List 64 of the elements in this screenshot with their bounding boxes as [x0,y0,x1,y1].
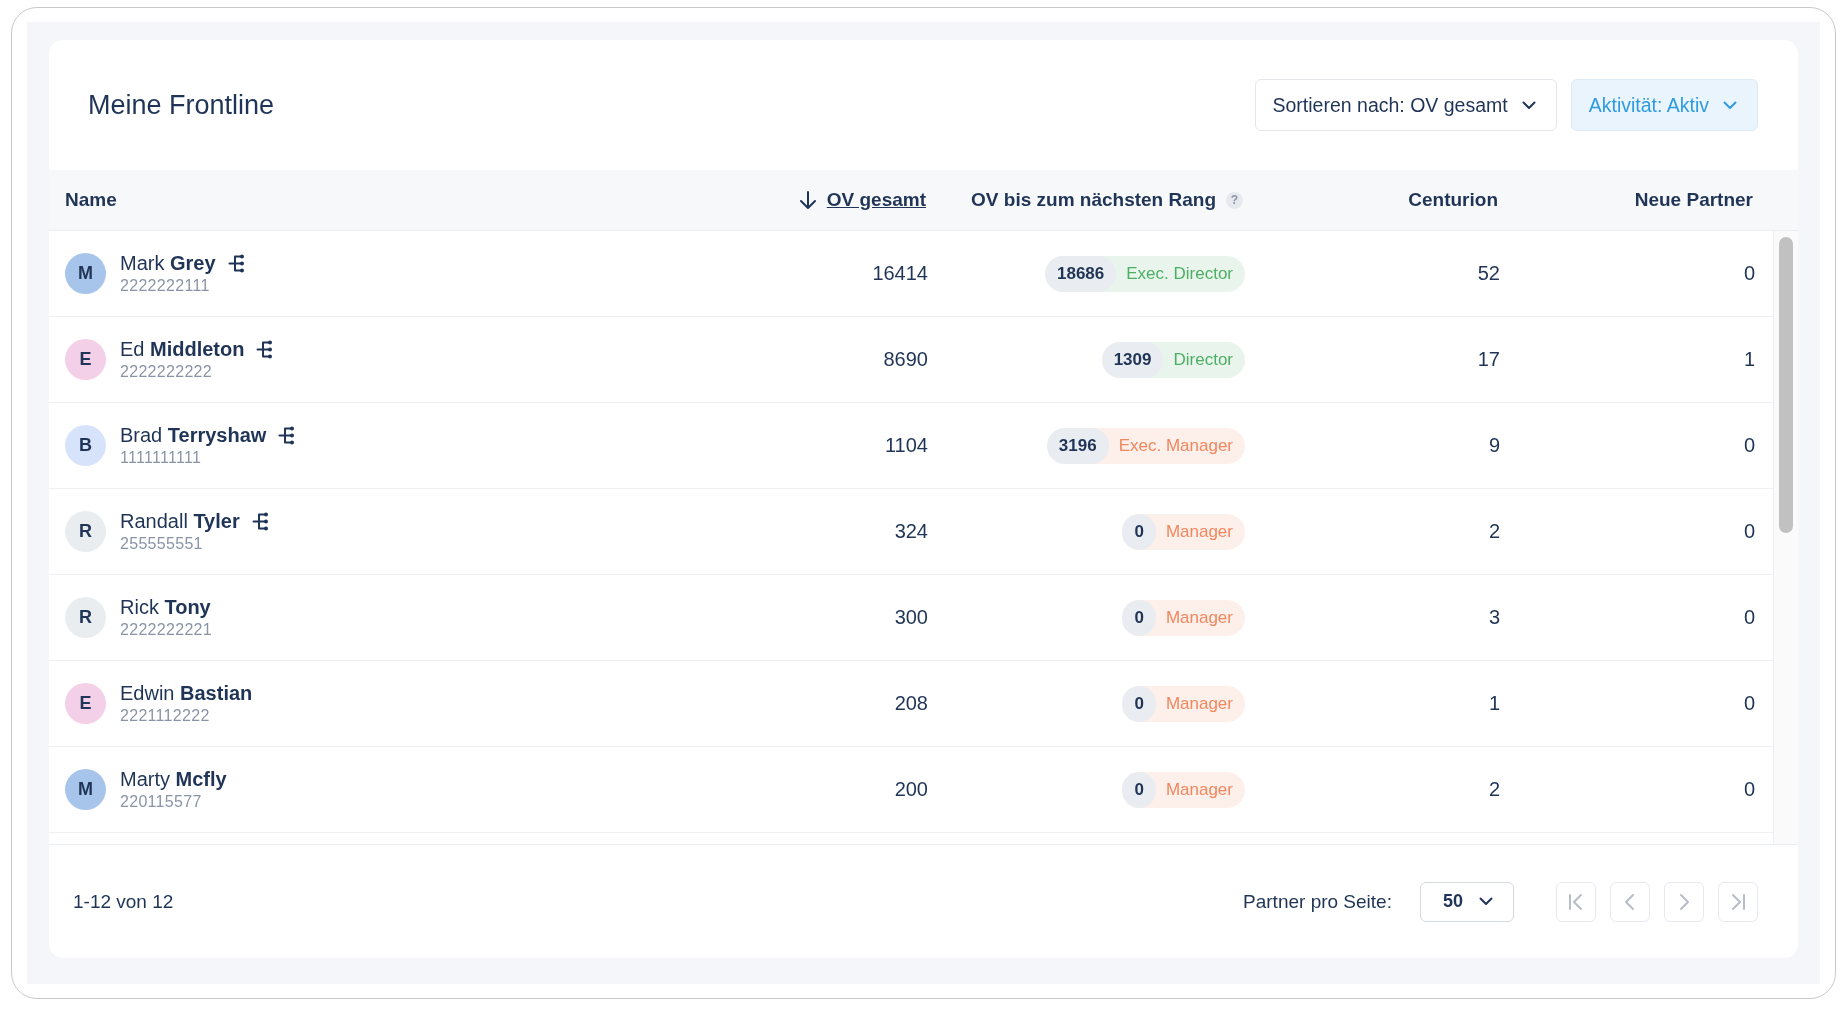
partner-id: 2222222221 [120,621,212,639]
new-partners-count: 0 [1743,778,1755,801]
ov-remaining-pill: 0 [1122,771,1156,808]
centurion-count: 2 [1488,520,1500,543]
partner-id: 2222222222 [120,363,213,381]
hierarchy-icon[interactable] [256,340,274,359]
pagination-range: 1-12 von 12 [73,890,174,913]
new-partners-count: 0 [1743,434,1755,457]
centurion-count: 17 [1477,348,1500,371]
ov-total: 324 [894,520,928,543]
partner-name[interactable]: Rick Tony [120,596,211,619]
chevron-down-icon [1723,100,1737,110]
ov-total: 208 [894,692,928,715]
centurion-count: 3 [1488,606,1500,629]
centurion-count: 52 [1477,262,1500,285]
hierarchy-icon[interactable] [251,512,269,531]
partner-name[interactable]: Ed Middleton [120,338,245,361]
column-header[interactable]: Centurion [1408,189,1498,211]
partner-name[interactable]: Mark Grey [120,252,216,275]
new-partners-count: 0 [1743,262,1755,285]
ov-total: 1104 [885,434,928,457]
avatar: M [65,769,106,810]
sort-arrow-down-icon [798,190,817,210]
avatar: E [65,339,106,380]
new-partners-count: 0 [1743,692,1755,715]
new-partners-count: 1 [1743,348,1755,371]
ov-remaining-pill: 0 [1122,599,1156,636]
partner-name[interactable]: Marty Mcfly [120,768,227,791]
ov-total: 300 [894,606,928,629]
avatar: R [65,511,106,552]
avatar: M [65,253,106,294]
partner-id: 1111111111 [120,449,203,467]
centurion-count: 9 [1488,434,1500,457]
page-title: Meine Frontline [88,89,275,121]
ov-total: 8690 [883,348,928,371]
sort-dropdown[interactable]: Sortieren nach: OV gesamt [1254,79,1557,131]
avatar: B [65,425,106,466]
partner-id: 255555551 [120,535,204,553]
partner-name[interactable]: Edwin Bastian [120,682,253,705]
hierarchy-icon[interactable] [227,254,245,273]
partner-name[interactable]: Randall Tyler [120,510,240,533]
column-header[interactable]: OV gesamt [826,189,926,211]
per-page-label: Partner pro Seite: [1243,890,1392,913]
column-header[interactable]: OV bis zum nächsten Rang [971,189,1216,211]
ov-remaining-pill: 0 [1122,685,1156,722]
ov-total: 16414 [872,262,928,285]
ov-total: 200 [894,778,928,801]
avatar: R [65,597,106,638]
chevron-down-icon [1479,897,1493,906]
new-partners-count: 0 [1743,606,1755,629]
centurion-count: 2 [1488,778,1500,801]
partner-id: 2222222111 [120,277,211,295]
avatar: E [65,683,106,724]
chevron-down-icon [1521,100,1536,110]
partner-id: 220115577 [120,793,203,811]
centurion-count: 1 [1488,692,1500,715]
per-page-dropdown[interactable]: 50 [1419,881,1514,922]
column-header[interactable]: Name [65,189,117,211]
ov-remaining-pill: 0 [1122,513,1156,550]
partner-name[interactable]: Brad Terryshaw [120,424,267,447]
partner-id: 2221112222 [120,707,211,725]
new-partners-count: 0 [1743,520,1755,543]
hierarchy-icon[interactable] [278,426,296,445]
column-header[interactable]: Neue Partner [1634,189,1753,211]
